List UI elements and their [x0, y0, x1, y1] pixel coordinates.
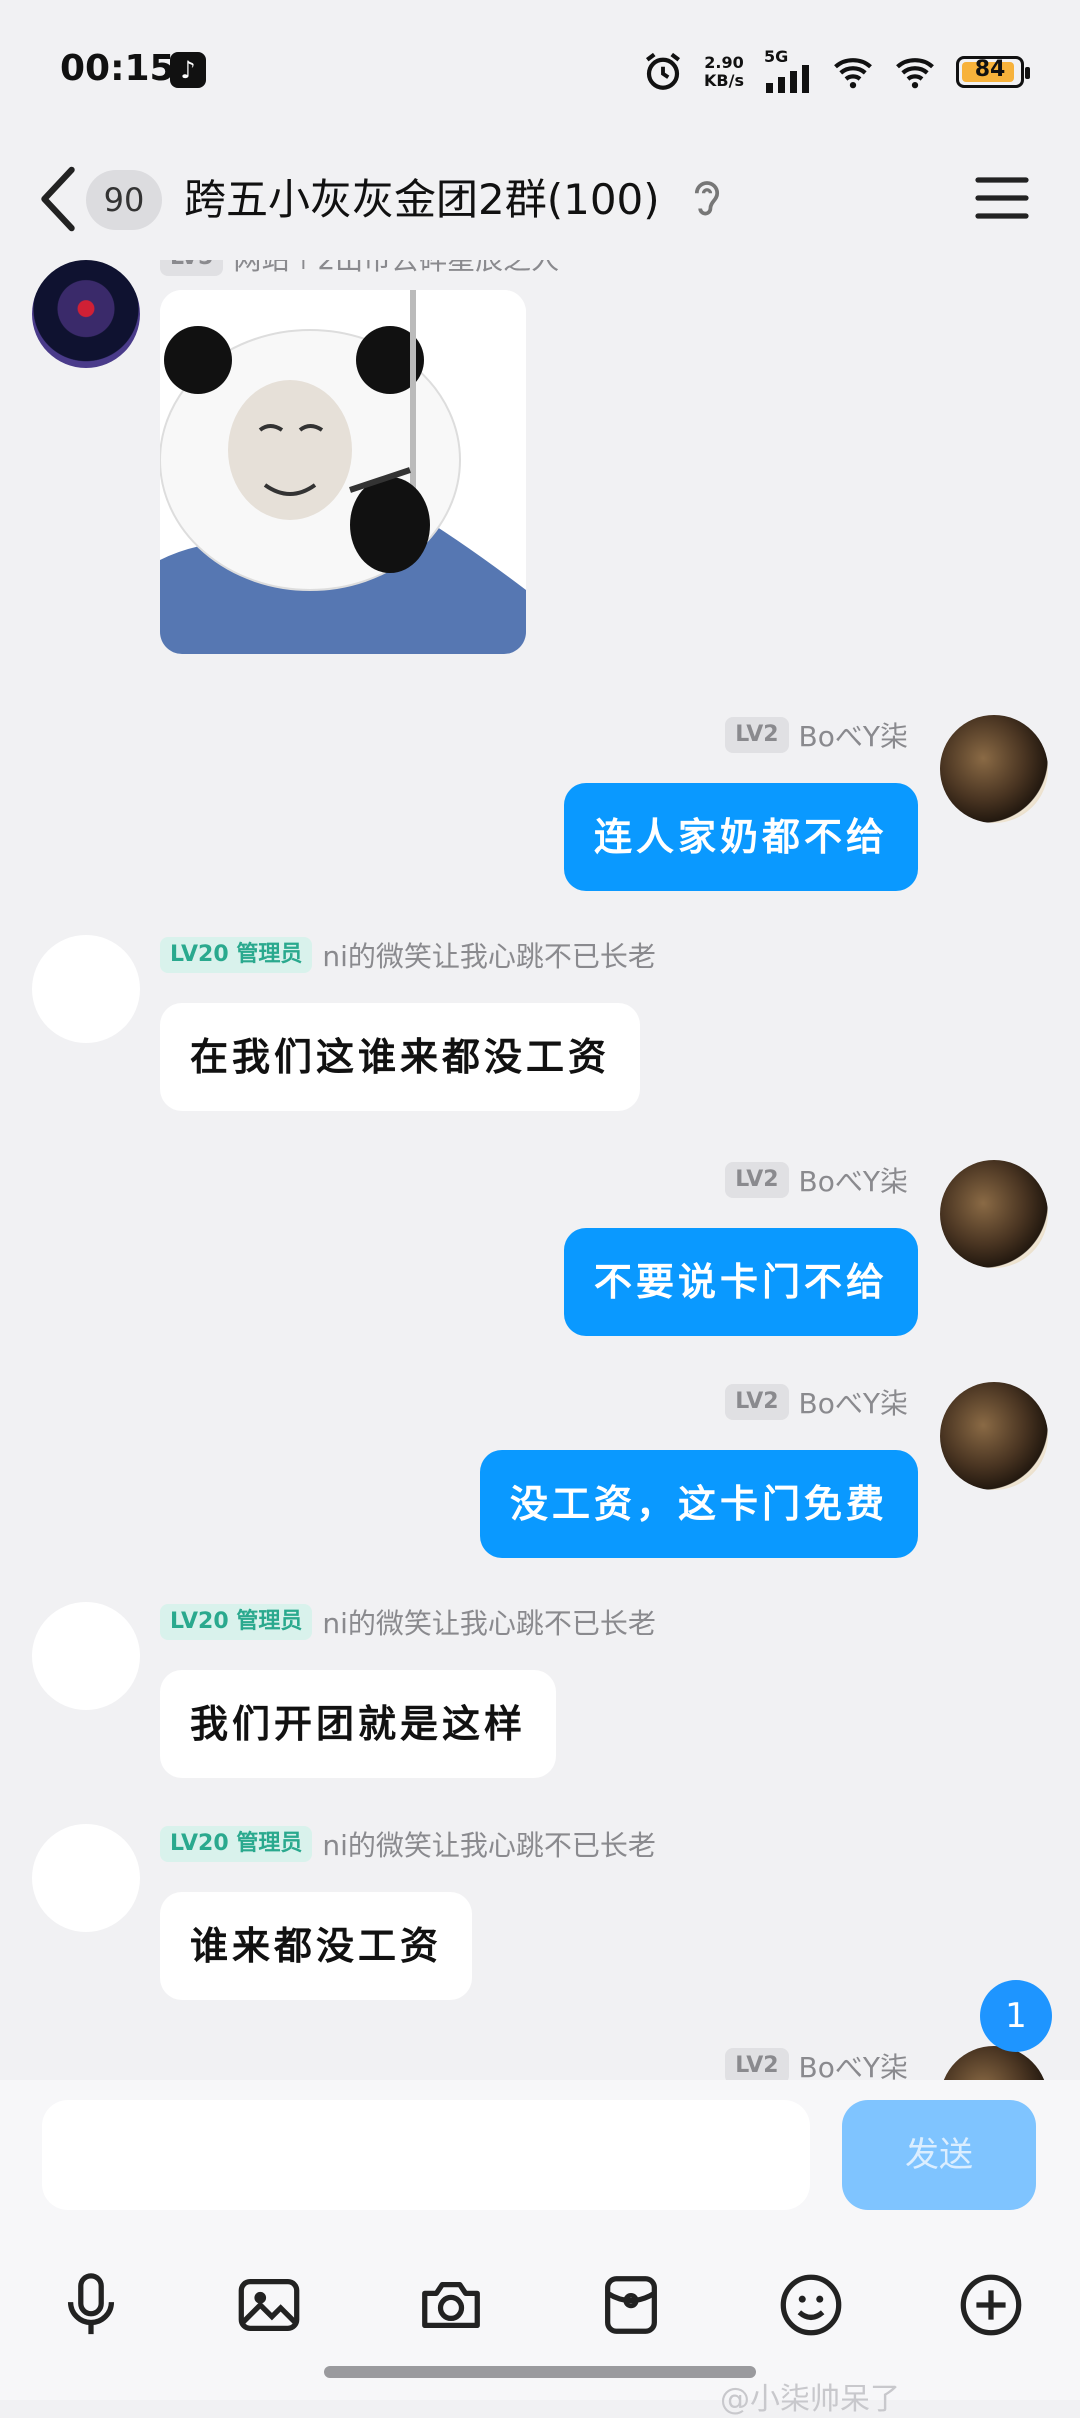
avatar[interactable]: [32, 1602, 140, 1710]
message-item: LV2 BoべY柒 没工资，这卡门免费: [0, 1382, 1080, 1582]
sender-name[interactable]: BoべY柒: [799, 1160, 908, 1200]
status-bar: 00:15 ♪ 2.90 KB/s 5G 84: [0, 0, 1080, 140]
avatar[interactable]: [32, 1824, 140, 1932]
battery-icon: 84: [956, 56, 1030, 88]
home-indicator[interactable]: [324, 2366, 756, 2378]
message-bubble[interactable]: 谁来都没工资: [160, 1892, 473, 2000]
message-sender: LV20 管理员 ni的微笑让我心跳不已长老: [160, 1824, 656, 1864]
sender-name[interactable]: BoべY柒: [799, 715, 908, 755]
emoji-icon[interactable]: [776, 2270, 846, 2340]
message-item: LV5 网站＋2出币去碎星辰之人: [0, 260, 1080, 680]
message-bubble[interactable]: 在我们这谁来都没工资: [160, 1003, 641, 1111]
group-title[interactable]: 跨五小灰灰金团2群(100): [184, 166, 660, 227]
tiktok-icon: ♪: [170, 52, 206, 88]
composer: 发送: [0, 2080, 1080, 2400]
microphone-icon[interactable]: [56, 2270, 126, 2340]
alarm-icon: [646, 52, 681, 90]
message-list[interactable]: LV5 网站＋2出币去碎星辰之人 LV2 BoべY柒: [0, 260, 1080, 2080]
menu-icon[interactable]: [974, 170, 1030, 226]
message-item: LV2 BoべY柒 连人家奶都不给: [0, 715, 1080, 915]
level-tag: LV2: [725, 2048, 789, 2080]
message-sender: LV2 BoべY柒: [725, 2046, 908, 2080]
message-sender: LV2 BoべY柒: [725, 1382, 908, 1422]
message-item: LV2 BoべY柒 不要说卡门不给: [0, 1160, 1080, 1360]
admin-level-tag: LV20 管理员: [160, 1826, 313, 1862]
chat-header: 90 跨五小灰灰金团2群(100): [0, 140, 1080, 260]
message-item: LV20 管理员 ni的微笑让我心跳不已长老 谁来都没工资: [0, 1824, 1080, 2024]
avatar[interactable]: [940, 1160, 1048, 1268]
image-icon[interactable]: [234, 2270, 304, 2340]
message-sender: LV2 BoべY柒: [725, 715, 908, 755]
avatar[interactable]: [940, 715, 1048, 823]
sender-name[interactable]: BoべY柒: [799, 1382, 908, 1422]
composer-toolbar: [0, 2270, 1080, 2360]
admin-level-tag: LV20 管理员: [160, 1604, 313, 1640]
red-packet-icon[interactable]: [596, 2270, 666, 2340]
ear-icon[interactable]: [690, 176, 724, 224]
avatar[interactable]: [940, 1382, 1048, 1490]
message-sender: LV20 管理员 ni的微笑让我心跳不已长老: [160, 1602, 656, 1642]
sender-name[interactable]: ni的微笑让我心跳不已长老: [322, 1824, 656, 1864]
wifi-icon: [834, 58, 872, 89]
sender-name[interactable]: ni的微笑让我心跳不已长老: [322, 1602, 656, 1642]
unread-count-badge[interactable]: 90: [86, 170, 162, 230]
level-tag: LV2: [725, 717, 789, 753]
message-bubble[interactable]: 没工资，这卡门免费: [479, 1450, 918, 1558]
sender-name[interactable]: BoべY柒: [799, 2046, 908, 2080]
net-speed: 2.90 KB/s: [704, 53, 744, 90]
wifi-icon-2: [896, 58, 934, 89]
message-input[interactable]: [42, 2100, 810, 2210]
level-tag: LV5: [160, 260, 224, 276]
admin-level-tag: LV20 管理员: [160, 937, 313, 973]
back-arrow-icon[interactable]: [36, 164, 80, 234]
avatar[interactable]: [32, 260, 140, 368]
sender-name[interactable]: 网站＋2出币去碎星辰之人: [233, 260, 559, 278]
message-bubble[interactable]: 我们开团就是这样: [160, 1670, 557, 1778]
sender-name[interactable]: ni的微笑让我心跳不已长老: [322, 935, 656, 975]
message-bubble[interactable]: 不要说卡门不给: [563, 1228, 918, 1336]
message-bubble[interactable]: 连人家奶都不给: [563, 783, 918, 891]
panda-sticker-image[interactable]: [160, 290, 526, 654]
cell-signal-icon: 5G: [764, 47, 812, 93]
level-tag: LV2: [725, 1162, 789, 1198]
status-icons: 2.90 KB/s 5G 84: [642, 44, 1030, 100]
avatar[interactable]: [940, 2046, 1048, 2080]
level-tag: LV2: [725, 1384, 789, 1420]
send-button[interactable]: 发送: [842, 2100, 1036, 2210]
new-message-badge[interactable]: 1: [980, 1980, 1052, 2052]
message-item: LV20 管理员 ni的微笑让我心跳不已长老 在我们这谁来都没工资: [0, 935, 1080, 1135]
message-sender: LV20 管理员 ni的微笑让我心跳不已长老: [160, 935, 656, 975]
message-item: LV2 BoべY柒: [0, 2046, 1080, 2080]
camera-icon[interactable]: [416, 2270, 486, 2340]
watermark: @小柒帅呆了: [720, 2382, 900, 2417]
status-time: 00:15: [60, 48, 175, 89]
plus-icon[interactable]: [956, 2270, 1026, 2340]
message-sender: LV2 BoべY柒: [725, 1160, 908, 1200]
avatar[interactable]: [32, 935, 140, 1043]
message-sender: LV5 网站＋2出币去碎星辰之人: [160, 260, 559, 278]
message-item: LV20 管理员 ni的微笑让我心跳不已长老 我们开团就是这样: [0, 1602, 1080, 1802]
